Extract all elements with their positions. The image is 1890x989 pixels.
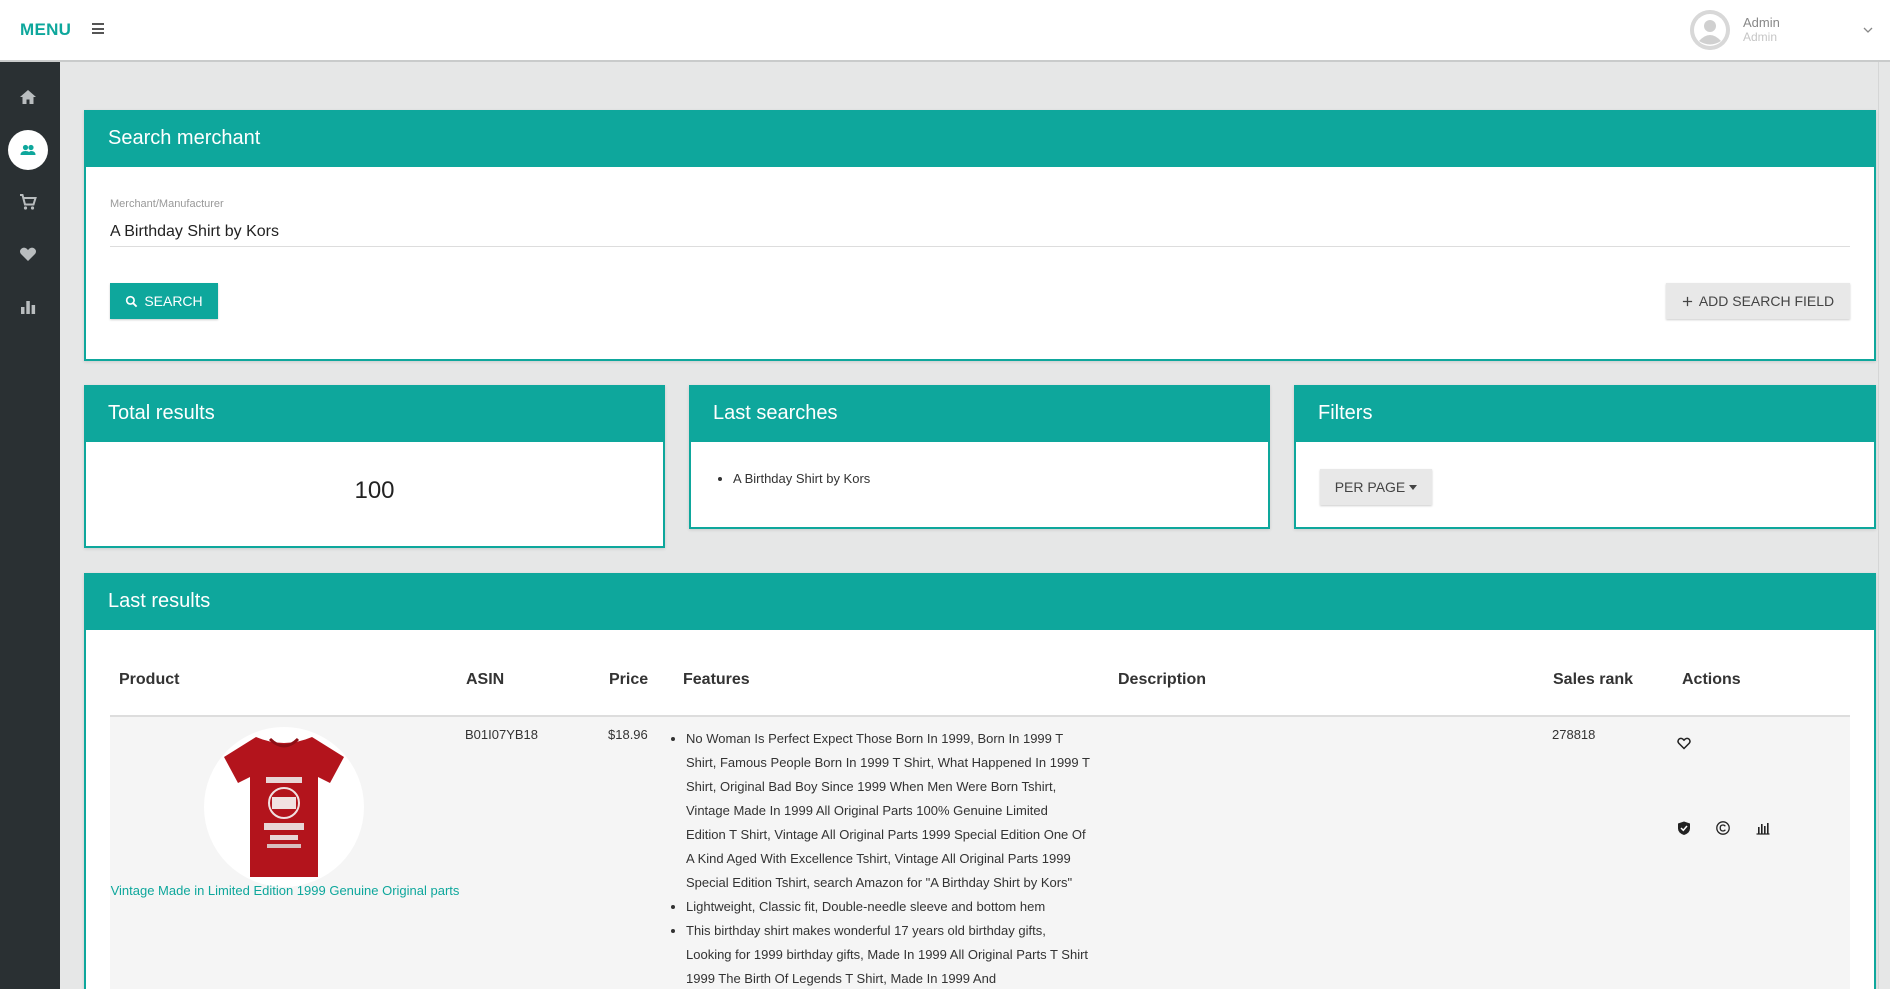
search-icon bbox=[126, 295, 138, 307]
column-header-price: Price bbox=[609, 671, 649, 688]
user-avatar-icon bbox=[1690, 10, 1730, 50]
merchant-input[interactable] bbox=[110, 217, 1850, 247]
column-header-description: Description bbox=[1118, 671, 1207, 688]
product-title-link[interactable]: Vintage Made in Limited Edition 1999 Gen… bbox=[110, 879, 460, 903]
sales-rank-cell: 278818 bbox=[1552, 727, 1596, 742]
search-button-label: SEARCH bbox=[144, 293, 203, 309]
copyright-icon bbox=[1716, 821, 1730, 835]
cart-icon bbox=[20, 194, 37, 210]
sidebar-item-stats[interactable] bbox=[8, 287, 48, 327]
shield-check-icon bbox=[1678, 821, 1690, 835]
stats-button[interactable] bbox=[1752, 817, 1774, 839]
hamburger-menu-icon[interactable] bbox=[92, 23, 104, 34]
copyright-button[interactable] bbox=[1712, 817, 1734, 839]
feature-item: Lightweight, Classic fit, Double-needle … bbox=[686, 895, 1090, 919]
column-header-features: Features bbox=[683, 671, 750, 688]
user-name[interactable]: Admin bbox=[1743, 15, 1780, 30]
feature-item: No Woman Is Perfect Expect Those Born In… bbox=[686, 727, 1090, 895]
heart-outline-icon bbox=[1677, 737, 1691, 750]
column-header-actions: Actions bbox=[1682, 671, 1741, 688]
user-role: Admin bbox=[1743, 30, 1778, 44]
merchant-field-label: Merchant/Manufacturer bbox=[110, 198, 224, 210]
chevron-down-icon[interactable] bbox=[1862, 24, 1874, 36]
column-header-product: Product bbox=[119, 671, 180, 688]
tshirt-image bbox=[224, 737, 344, 877]
bar-chart-icon bbox=[1756, 823, 1770, 835]
verify-button[interactable] bbox=[1673, 817, 1695, 839]
card-title: Total results bbox=[84, 385, 665, 442]
price-cell: $18.96 bbox=[608, 727, 648, 742]
per-page-dropdown[interactable]: PER PAGE bbox=[1320, 469, 1432, 505]
feature-item: This birthday shirt makes wonderful 17 y… bbox=[686, 919, 1090, 989]
plus-icon bbox=[1682, 296, 1692, 306]
add-search-field-label: ADD SEARCH FIELD bbox=[1698, 293, 1835, 309]
avatar[interactable] bbox=[1690, 10, 1730, 50]
search-merchant-card: Search merchant Merchant/Manufacturer SE… bbox=[84, 110, 1876, 361]
column-header-asin: ASIN bbox=[466, 671, 505, 688]
add-search-field-button[interactable]: ADD SEARCH FIELD bbox=[1666, 283, 1850, 319]
last-searches-card: Last searches A Birthday Shirt by Kors bbox=[689, 385, 1270, 529]
sidebar bbox=[0, 62, 60, 989]
sidebar-item-favorites[interactable] bbox=[8, 234, 48, 274]
product-image[interactable] bbox=[204, 727, 364, 887]
last-search-item[interactable]: A Birthday Shirt by Kors bbox=[733, 471, 870, 486]
top-bar: MENU Admin Admin bbox=[0, 0, 1890, 62]
users-icon bbox=[20, 144, 36, 155]
search-button[interactable]: SEARCH bbox=[110, 283, 218, 319]
last-results-card: Last results Product ASIN Price Features… bbox=[84, 573, 1876, 989]
menu-label[interactable]: MENU bbox=[20, 20, 71, 40]
heart-icon bbox=[20, 247, 36, 261]
column-header-sales-rank: Sales rank bbox=[1553, 671, 1634, 688]
home-icon bbox=[20, 90, 36, 104]
sidebar-item-home[interactable] bbox=[8, 77, 48, 117]
filters-card: Filters PER PAGE bbox=[1294, 385, 1876, 529]
sidebar-item-merchants[interactable] bbox=[8, 130, 48, 170]
per-page-label: PER PAGE bbox=[1334, 479, 1406, 495]
asin-cell: B01I07YB18 bbox=[465, 727, 539, 742]
card-title: Last searches bbox=[689, 385, 1270, 442]
total-results-card: Total results 100 bbox=[84, 385, 665, 548]
last-searches-list: A Birthday Shirt by Kors bbox=[733, 471, 870, 486]
sidebar-item-cart[interactable] bbox=[8, 182, 48, 222]
favorite-button[interactable] bbox=[1673, 732, 1695, 754]
scrollbar[interactable] bbox=[1878, 62, 1890, 989]
card-title: Search merchant bbox=[84, 110, 1876, 167]
card-title: Last results bbox=[84, 573, 1876, 630]
features-list: No Woman Is Perfect Expect Those Born In… bbox=[670, 727, 1090, 989]
card-title: Filters bbox=[1294, 385, 1876, 442]
bar-chart-icon bbox=[21, 301, 36, 314]
total-results-value: 100 bbox=[354, 477, 395, 504]
caret-down-icon bbox=[1409, 484, 1418, 490]
